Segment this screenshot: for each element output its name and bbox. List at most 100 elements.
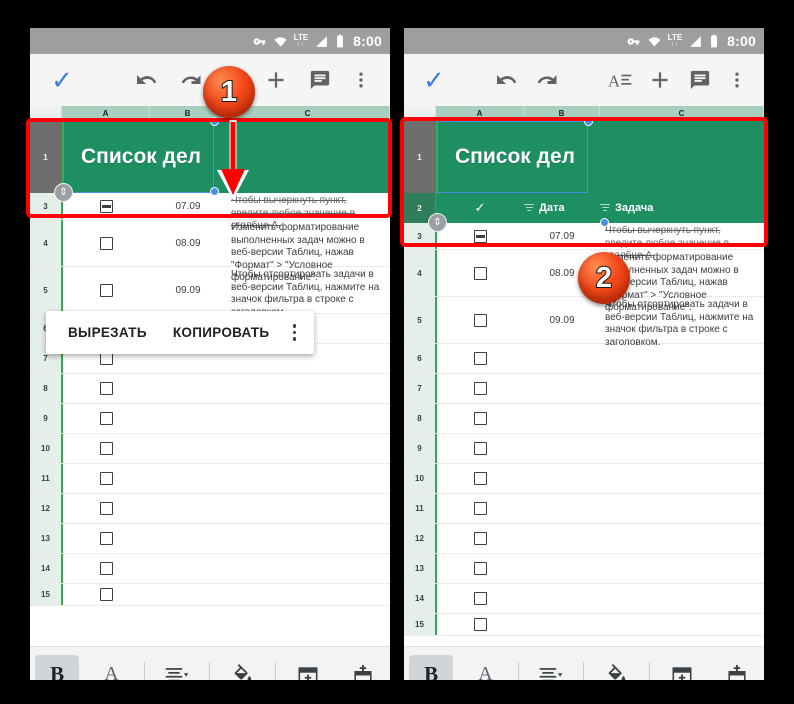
table-row[interactable]: 5 09.09 Чтобы отсортировать задачи в веб…	[30, 267, 390, 318]
date-cell[interactable]	[150, 374, 226, 403]
checkbox-icon[interactable]	[474, 382, 487, 395]
row-header[interactable]: 15	[30, 584, 62, 605]
table-row[interactable]: 15	[404, 614, 764, 636]
header-check-column[interactable]: ✓	[436, 200, 524, 216]
select-all-corner[interactable]	[404, 106, 436, 121]
checkbox-icon[interactable]	[474, 562, 487, 575]
row-header[interactable]: 11	[404, 494, 436, 523]
merged-title-cell[interactable]: Список дел	[436, 117, 764, 193]
task-cell[interactable]	[600, 404, 764, 433]
task-cell[interactable]	[600, 494, 764, 523]
spreadsheet-right[interactable]: A B C 1 Список дел 2 ✓ Дата Задача 3 07.…	[404, 106, 764, 646]
checkbox-icon[interactable]	[100, 412, 113, 425]
table-row[interactable]: 3 07.09 Чтобы вычеркнуть пункт, введите …	[30, 193, 390, 231]
comment-button[interactable]	[298, 60, 342, 100]
table-row[interactable]: 11	[404, 494, 764, 524]
task-cell[interactable]	[226, 404, 390, 433]
table-row[interactable]: 9	[30, 404, 390, 434]
task-cell[interactable]	[600, 434, 764, 463]
checkbox-cell[interactable]	[62, 374, 150, 403]
table-row[interactable]: 5 09.09 Чтобы отсортировать задачи в веб…	[404, 297, 764, 348]
table-row[interactable]: 9	[404, 434, 764, 464]
table-row[interactable]: 13	[30, 524, 390, 554]
selection-handle-bottom[interactable]	[600, 218, 609, 227]
checkbox-icon[interactable]	[474, 592, 487, 605]
table-row[interactable]: 11	[30, 464, 390, 494]
row-header[interactable]: 4	[30, 220, 62, 266]
date-cell[interactable]	[524, 374, 600, 403]
date-cell[interactable]	[150, 434, 226, 463]
date-cell[interactable]	[150, 464, 226, 493]
table-row[interactable]: 12	[30, 494, 390, 524]
row-header[interactable]: 7	[404, 374, 436, 403]
column-header-a[interactable]: A	[62, 106, 150, 121]
date-cell[interactable]	[524, 614, 600, 635]
row-header[interactable]: 8	[30, 374, 62, 403]
table-row[interactable]: 7	[404, 374, 764, 404]
undo-button[interactable]	[125, 60, 169, 100]
checkbox-cell[interactable]	[62, 584, 150, 605]
checkbox-icon[interactable]	[100, 199, 113, 213]
checkbox-icon[interactable]	[474, 313, 487, 327]
task-cell[interactable]	[600, 464, 764, 493]
table-row[interactable]: 10	[30, 434, 390, 464]
checkbox-cell[interactable]	[436, 524, 524, 553]
checkbox-cell[interactable]	[436, 404, 524, 433]
checkbox-icon[interactable]	[474, 352, 487, 365]
header-date-column[interactable]: Дата	[524, 202, 600, 214]
checkbox-icon[interactable]	[474, 532, 487, 545]
date-cell[interactable]	[524, 404, 600, 433]
checkbox-icon[interactable]	[100, 472, 113, 485]
checkbox-icon[interactable]	[100, 588, 113, 601]
row-header[interactable]: 9	[30, 404, 62, 433]
row-header-1[interactable]: 1	[30, 121, 62, 193]
undo-button[interactable]	[487, 60, 527, 100]
table-row[interactable]: 8	[30, 374, 390, 404]
table-row[interactable]: 4 08.09 Изменить форматирование выполнен…	[30, 220, 390, 283]
redo-button[interactable]	[527, 60, 567, 100]
checkbox-icon[interactable]	[474, 229, 487, 243]
row-resize-handle[interactable]: ⇕	[54, 183, 73, 202]
column-header-c[interactable]: C	[600, 106, 764, 121]
row-header[interactable]: 13	[404, 554, 436, 583]
insert-row-button[interactable]	[715, 655, 759, 680]
checkbox-cell[interactable]	[436, 344, 524, 373]
filter-icon[interactable]	[524, 204, 534, 212]
task-cell[interactable]	[600, 344, 764, 373]
align-button[interactable]	[155, 655, 199, 680]
row-header-1[interactable]: 1	[404, 121, 436, 193]
task-cell[interactable]: Изменить форматирование выполненных зада…	[226, 220, 390, 283]
checkbox-icon[interactable]	[474, 442, 487, 455]
header-task-column[interactable]: Задача	[600, 202, 764, 214]
context-menu-overflow-icon[interactable]	[292, 324, 296, 341]
filter-icon[interactable]	[600, 204, 610, 212]
add-button[interactable]	[254, 60, 298, 100]
checkbox-icon[interactable]	[100, 283, 113, 297]
checkbox-cell[interactable]	[62, 554, 150, 583]
checkbox-cell[interactable]	[436, 464, 524, 493]
checkbox-icon[interactable]	[474, 266, 487, 280]
checkbox-cell[interactable]	[62, 464, 150, 493]
merge-cells-button[interactable]	[286, 655, 330, 680]
checkbox-cell[interactable]	[62, 524, 150, 553]
row-header[interactable]: 12	[30, 494, 62, 523]
row-header[interactable]: 6	[404, 344, 436, 373]
align-button[interactable]	[529, 655, 573, 680]
date-cell[interactable]	[524, 344, 600, 373]
spreadsheet-left[interactable]: A B C 1 Список дел 3 07.09 Чтобы вычеркн…	[30, 106, 390, 646]
select-all-corner[interactable]	[30, 106, 62, 121]
row-header[interactable]: 5	[404, 297, 436, 343]
task-cell[interactable]: Чтобы вычеркнуть пункт, введите любое зн…	[600, 223, 764, 261]
merge-cells-button[interactable]	[660, 655, 704, 680]
bold-button[interactable]: B	[35, 654, 80, 680]
date-cell[interactable]: 09.09	[524, 297, 600, 343]
date-cell[interactable]	[150, 524, 226, 553]
row-header[interactable]: 14	[30, 554, 62, 583]
text-color-button[interactable]: A	[463, 655, 507, 680]
task-cell[interactable]	[226, 494, 390, 523]
checkbox-icon[interactable]	[474, 412, 487, 425]
row-header[interactable]: 10	[404, 464, 436, 493]
checkbox-icon[interactable]	[100, 382, 113, 395]
row-header[interactable]: 12	[404, 524, 436, 553]
row-header[interactable]: 4	[404, 250, 436, 296]
